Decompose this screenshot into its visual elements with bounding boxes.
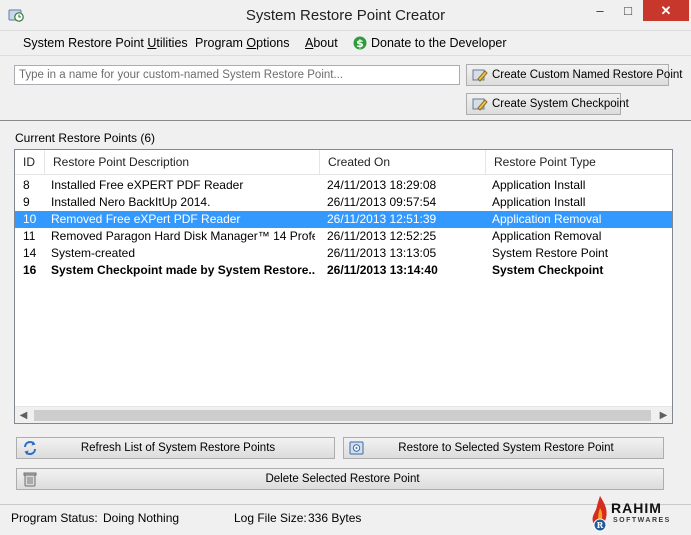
- menu-utilities[interactable]: System Restore Point Utilities: [23, 36, 188, 50]
- create-custom-button-label: Create Custom Named Restore Point: [492, 69, 683, 81]
- row-id: 11: [23, 229, 36, 243]
- restore-points-count-label: Current Restore Points (6): [15, 131, 156, 145]
- delete-selected-button[interactable]: Delete Selected Restore Point: [16, 468, 664, 490]
- table-row[interactable]: 14 System-created 26/11/2013 13:13:05 Sy…: [15, 245, 672, 262]
- watermark-logo: R RAHIM SOFTWARES: [584, 482, 691, 535]
- dollar-icon: $: [353, 36, 367, 50]
- row-created-on: 26/11/2013 09:57:54: [327, 195, 437, 209]
- row-created-on: 24/11/2013 18:29:08: [327, 178, 437, 192]
- horizontal-scrollbar[interactable]: ◀ ▶: [15, 406, 672, 423]
- row-created-on: 26/11/2013 13:14:40: [327, 263, 438, 277]
- row-id: 14: [23, 246, 37, 260]
- table-row[interactable]: 9 Installed Nero BackItUp 2014. 26/11/20…: [15, 194, 672, 211]
- create-panel: Create Custom Named Restore Point Create…: [0, 57, 691, 121]
- row-type: Application Removal: [492, 212, 602, 226]
- row-type: Application Install: [492, 178, 586, 192]
- table-row[interactable]: 11 Removed Paragon Hard Disk Manager™ 14…: [15, 228, 672, 245]
- maximize-button[interactable]: □: [614, 0, 642, 21]
- close-button[interactable]: ✕: [643, 0, 689, 21]
- row-created-on: 26/11/2013 13:13:05: [327, 246, 437, 260]
- row-type: Application Install: [492, 195, 586, 209]
- pencil-icon: [472, 98, 488, 111]
- svg-text:$: $: [356, 37, 364, 50]
- watermark-title: RAHIM: [611, 500, 662, 516]
- row-id: 10: [23, 212, 37, 226]
- restore-button-label: Restore to Selected System Restore Point: [398, 442, 614, 454]
- log-file-size-label: Log File Size:: [234, 511, 307, 525]
- row-type: System Checkpoint: [492, 263, 604, 277]
- title-bar: System Restore Point Creator – □ ✕: [0, 0, 691, 31]
- row-description: Installed Nero BackItUp 2014.: [51, 195, 211, 209]
- watermark-subtitle: SOFTWARES: [613, 517, 671, 524]
- create-system-checkpoint-button[interactable]: Create System Checkpoint: [466, 93, 629, 115]
- menu-program-options[interactable]: Program Options: [195, 36, 290, 50]
- menu-bar: System Restore Point Utilities Program O…: [0, 31, 691, 56]
- row-description: System Checkpoint made by System Restore…: [51, 263, 315, 277]
- restore-disk-icon: [349, 441, 364, 455]
- column-header-id[interactable]: ID: [15, 150, 45, 175]
- restore-point-name-input[interactable]: [14, 65, 460, 85]
- menu-donate[interactable]: Donate to the Developer: [371, 36, 507, 50]
- row-id: 8: [23, 178, 30, 192]
- svg-text:R: R: [597, 520, 604, 530]
- row-description: Removed Free eXPert PDF Reader: [51, 212, 241, 226]
- column-header-description[interactable]: Restore Point Description: [45, 150, 320, 175]
- restore-points-list[interactable]: ID Restore Point Description Created On …: [14, 149, 673, 424]
- table-row[interactable]: 16 System Checkpoint made by System Rest…: [15, 262, 672, 279]
- minimize-button[interactable]: –: [586, 0, 614, 21]
- scroll-left-arrow-icon[interactable]: ◀: [15, 407, 32, 423]
- scrollbar-thumb[interactable]: [34, 410, 651, 421]
- row-type: System Restore Point: [492, 246, 609, 260]
- row-description: System-created: [51, 246, 136, 260]
- refresh-button-label: Refresh List of System Restore Points: [80, 442, 276, 454]
- pencil-icon: [472, 69, 488, 82]
- row-description: Removed Paragon Hard Disk Manager™ 14 Pr…: [51, 229, 315, 243]
- refresh-arrows-icon: [24, 441, 36, 455]
- row-description: Installed Free eXPERT PDF Reader: [51, 178, 244, 192]
- table-row[interactable]: 8 Installed Free eXPERT PDF Reader 24/11…: [15, 177, 672, 194]
- row-id: 9: [23, 195, 30, 209]
- refresh-list-button[interactable]: Refresh List of System Restore Points: [16, 437, 335, 459]
- restore-selected-button[interactable]: Restore to Selected System Restore Point: [343, 437, 664, 459]
- scroll-right-arrow-icon[interactable]: ▶: [655, 407, 672, 423]
- trash-icon: [23, 472, 37, 487]
- row-id: 16: [23, 263, 37, 277]
- log-file-size-value: 336 Bytes: [308, 511, 362, 525]
- column-header-type[interactable]: Restore Point Type: [486, 150, 672, 175]
- create-custom-restore-point-button[interactable]: Create Custom Named Restore Point: [466, 64, 682, 86]
- program-status-value: Doing Nothing: [103, 511, 180, 525]
- column-header-created-on[interactable]: Created On: [320, 150, 486, 175]
- row-created-on: 26/11/2013 12:52:25: [327, 229, 437, 243]
- row-type: Application Removal: [492, 229, 602, 243]
- row-created-on: 26/11/2013 12:51:39: [327, 212, 437, 226]
- table-row-selected[interactable]: 10 Removed Free eXPert PDF Reader 26/11/…: [15, 211, 672, 228]
- menu-about[interactable]: About: [305, 36, 338, 50]
- delete-button-label: Delete Selected Restore Point: [265, 473, 420, 485]
- create-checkpoint-button-label: Create System Checkpoint: [492, 98, 629, 110]
- flame-logo-icon: R: [592, 496, 607, 532]
- program-status-label: Program Status:: [11, 511, 98, 525]
- list-header: ID Restore Point Description Created On …: [15, 150, 672, 175]
